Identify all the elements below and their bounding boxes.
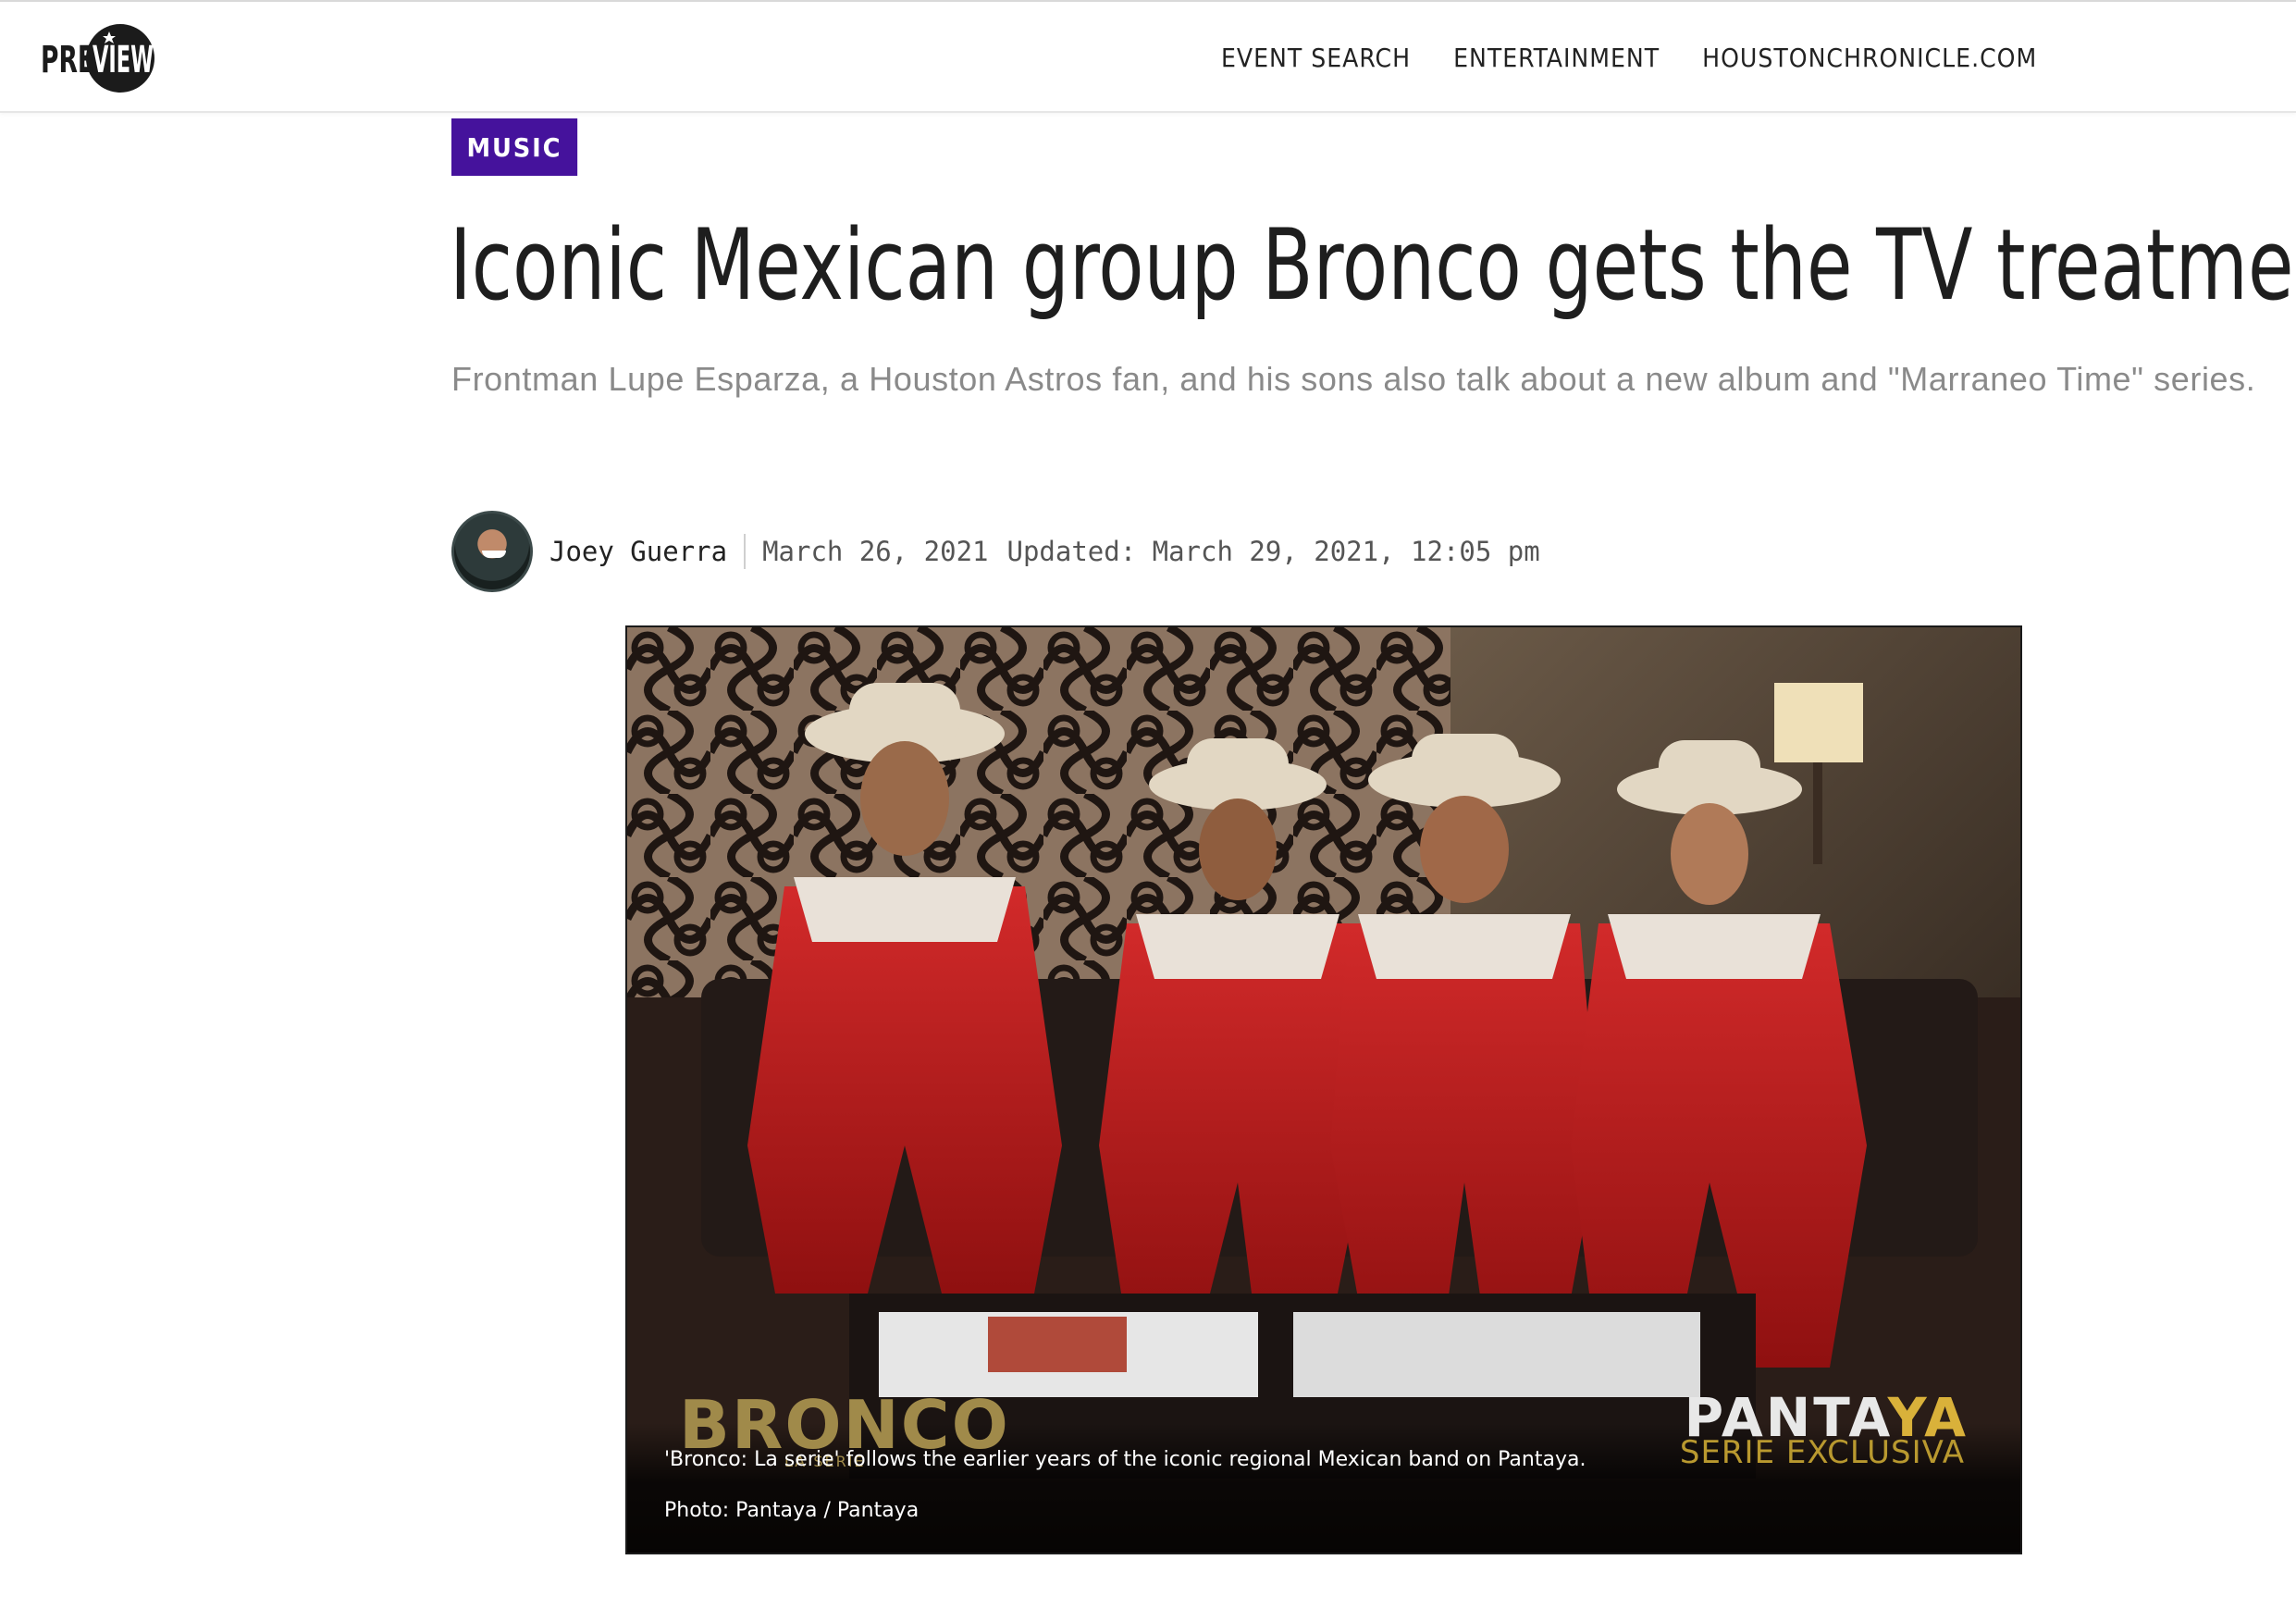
site-header: PRE VIEW EVENT SEARCH ENTERTAINMENT HOUS… <box>0 0 2296 113</box>
author-avatar[interactable] <box>451 511 533 592</box>
publish-date: March 26, 2021 <box>762 536 989 567</box>
author-name[interactable]: Joey Guerra <box>549 536 727 567</box>
main-nav: EVENT SEARCH ENTERTAINMENT HOUSTONCHRONI… <box>1221 43 2037 73</box>
photo-caption: 'Bronco: La serie' follows the earlier y… <box>664 1448 1586 1471</box>
preview-logo[interactable]: PRE VIEW <box>39 22 159 94</box>
byline: Joey Guerra March 26, 2021 Updated: Marc… <box>451 511 1540 592</box>
category-tag-music[interactable]: MUSIC <box>451 118 577 176</box>
nav-entertainment[interactable]: ENTERTAINMENT <box>1453 43 1660 73</box>
article-headline: Iconic Mexican group Bronco gets the TV … <box>450 208 2296 322</box>
svg-text:PRE: PRE <box>41 39 94 81</box>
byline-divider <box>744 534 747 569</box>
photo-credit: Photo: Pantaya / Pantaya <box>664 1499 920 1522</box>
pantaya-tagline: SERIE EXCLUSIVA <box>1679 1434 1965 1471</box>
svg-text:VIEW: VIEW <box>93 39 154 81</box>
lead-photo[interactable]: BRONCO LA SERIE PANTAYA SERIE EXCLUSIVA … <box>625 625 2022 1554</box>
nav-houstonchronicle[interactable]: HOUSTONCHRONICLE.COM <box>1702 43 2037 73</box>
nav-event-search[interactable]: EVENT SEARCH <box>1221 43 1411 73</box>
article-subhead: Frontman Lupe Esparza, a Houston Astros … <box>451 360 2256 398</box>
updated-date: Updated: March 29, 2021, 12:05 pm <box>1006 536 1540 567</box>
